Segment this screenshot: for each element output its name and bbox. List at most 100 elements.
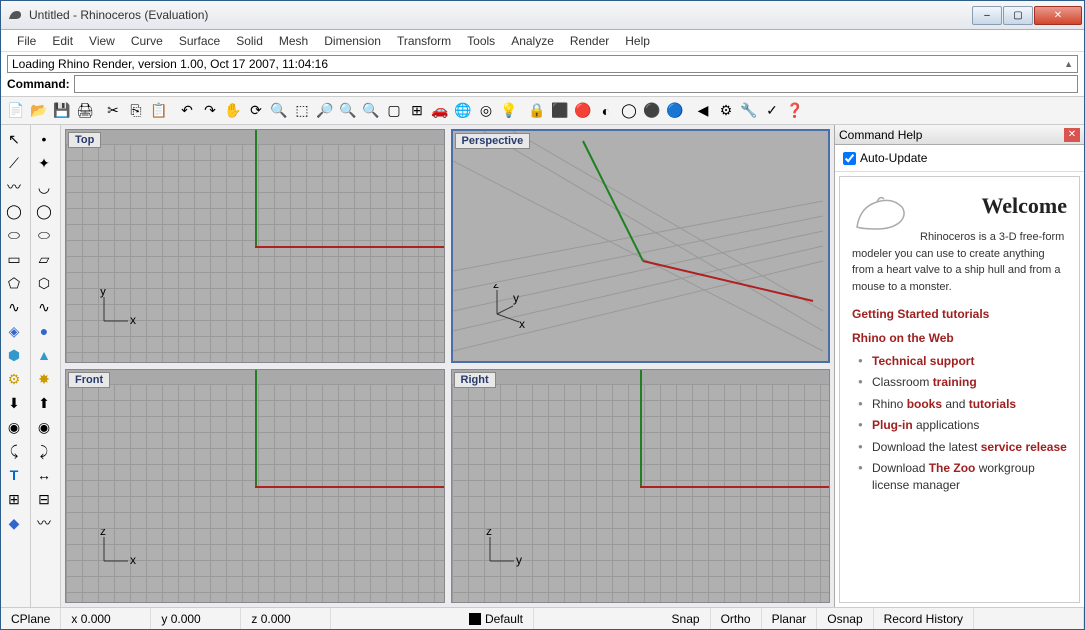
save-icon[interactable]: 💾 xyxy=(51,100,73,122)
menu-edit[interactable]: Edit xyxy=(44,32,81,50)
menu-help[interactable]: Help xyxy=(617,32,658,50)
object-props-icon[interactable]: ◐ xyxy=(595,100,617,122)
command-input[interactable] xyxy=(74,75,1078,93)
circle2-icon[interactable]: ◯ xyxy=(33,200,55,222)
lock-icon[interactable]: 🔒 xyxy=(526,100,548,122)
sweep-icon[interactable]: ⤹ xyxy=(3,440,25,462)
print-icon[interactable]: 🖨 xyxy=(74,100,96,122)
close-button[interactable]: ✕ xyxy=(1034,6,1082,25)
status-cplane[interactable]: CPlane xyxy=(1,608,61,629)
pan-icon[interactable]: ✋ xyxy=(222,100,244,122)
viewport-perspective-label[interactable]: Perspective xyxy=(455,133,531,149)
viewport-single-icon[interactable]: ▢ xyxy=(383,100,405,122)
menu-analyze[interactable]: Analyze xyxy=(503,32,562,50)
mesh-icon[interactable]: 〰 xyxy=(33,512,55,534)
gear-icon[interactable]: ⚙ xyxy=(715,100,737,122)
menu-dimension[interactable]: Dimension xyxy=(316,32,389,50)
section-icon[interactable]: ⊟ xyxy=(33,488,55,510)
material-icon[interactable]: ◯ xyxy=(618,100,640,122)
check-icon[interactable]: ✓ xyxy=(761,100,783,122)
render-preview-icon[interactable]: 🚗 xyxy=(429,100,451,122)
getting-started-link[interactable]: Getting Started tutorials xyxy=(852,307,1067,321)
gear2-icon[interactable]: ⚙ xyxy=(3,368,25,390)
status-layer[interactable]: Default xyxy=(459,608,534,629)
menu-tools[interactable]: Tools xyxy=(459,32,503,50)
shade-icon[interactable]: 🌐 xyxy=(452,100,474,122)
polygon2-icon[interactable]: ⬡ xyxy=(33,272,55,294)
rotate-icon[interactable]: ⟳ xyxy=(245,100,267,122)
status-osnap[interactable]: Osnap xyxy=(817,608,873,629)
zoom-window-icon[interactable]: ⬚ xyxy=(291,100,313,122)
viewport-4view-icon[interactable]: ⊞ xyxy=(406,100,428,122)
freeform-icon[interactable]: ∿ xyxy=(33,296,55,318)
tutorials-link[interactable]: tutorials xyxy=(969,397,1016,411)
control-point-icon[interactable]: ✦ xyxy=(33,152,55,174)
curve-icon[interactable]: ∿ xyxy=(3,296,25,318)
plugin-link[interactable]: Plug-in xyxy=(872,418,913,432)
open-icon[interactable]: 📂 xyxy=(28,100,50,122)
minimize-button[interactable]: – xyxy=(972,6,1002,25)
menu-solid[interactable]: Solid xyxy=(228,32,271,50)
line-icon[interactable]: ⟋ xyxy=(3,152,25,174)
extrude-icon[interactable]: ⬇ xyxy=(3,392,25,414)
auto-update-checkbox-label[interactable]: Auto-Update xyxy=(843,151,1076,165)
render-icon[interactable]: ◎ xyxy=(475,100,497,122)
menu-view[interactable]: View xyxy=(81,32,123,50)
sphere-icon[interactable]: 🔵 xyxy=(664,100,686,122)
status-snap[interactable]: Snap xyxy=(662,608,711,629)
cylinder-icon[interactable]: ⬢ xyxy=(3,344,25,366)
viewport-right-label[interactable]: Right xyxy=(454,372,496,388)
hatch-icon[interactable]: ⊞ xyxy=(3,488,25,510)
training-link[interactable]: training xyxy=(933,375,977,389)
text-icon[interactable]: T xyxy=(3,464,25,486)
zoo-link[interactable]: The Zoo xyxy=(929,461,976,475)
cut-icon[interactable]: ✂ xyxy=(102,100,124,122)
environment-icon[interactable]: ⚫ xyxy=(641,100,663,122)
menu-curve[interactable]: Curve xyxy=(123,32,171,50)
zoom-selected-icon[interactable]: 🔍 xyxy=(337,100,359,122)
flag-icon[interactable]: ◀ xyxy=(692,100,714,122)
service-release-link[interactable]: service release xyxy=(981,440,1067,454)
zoom-extents-icon[interactable]: 🔎 xyxy=(314,100,336,122)
revolve-icon[interactable]: ◉ xyxy=(3,416,25,438)
menu-transform[interactable]: Transform xyxy=(389,32,459,50)
books-link[interactable]: books xyxy=(907,397,942,411)
status-record-history[interactable]: Record History xyxy=(874,608,974,629)
rectangle-icon[interactable]: ▭ xyxy=(3,248,25,270)
circle-icon[interactable]: ◯ xyxy=(3,200,25,222)
status-planar[interactable]: Planar xyxy=(762,608,818,629)
menu-file[interactable]: File xyxy=(9,32,44,50)
copy-icon[interactable]: ⎘ xyxy=(125,100,147,122)
pipe-icon[interactable]: ◉ xyxy=(33,416,55,438)
zoom-dynamic-icon[interactable]: 🔍 xyxy=(268,100,290,122)
plane-icon[interactable]: ▱ xyxy=(33,248,55,270)
help-panel-close-icon[interactable]: ✕ xyxy=(1064,128,1080,142)
ellipse2-icon[interactable]: ⬭ xyxy=(33,224,55,246)
new-icon[interactable]: 📄 xyxy=(5,100,27,122)
viewport-front-label[interactable]: Front xyxy=(68,372,110,388)
sphere2-icon[interactable]: ● xyxy=(33,320,55,342)
zoom-out-icon[interactable]: 🔍 xyxy=(360,100,382,122)
solid-icon[interactable]: ◆ xyxy=(3,512,25,534)
dim-icon[interactable]: ↔ xyxy=(33,464,55,486)
arc-icon[interactable]: ◡ xyxy=(33,176,55,198)
viewport-top[interactable]: Top yx xyxy=(65,129,445,363)
maximize-button[interactable]: ▢ xyxy=(1003,6,1033,25)
undo-icon[interactable]: ↶ xyxy=(176,100,198,122)
viewport-perspective[interactable]: Perspective zyx xyxy=(451,129,831,363)
pointer-icon[interactable]: ↖ xyxy=(3,128,25,150)
light-icon[interactable]: 💡 xyxy=(498,100,520,122)
options-icon[interactable]: 🔧 xyxy=(738,100,760,122)
explode-icon[interactable]: ✸ xyxy=(33,368,55,390)
menu-mesh[interactable]: Mesh xyxy=(271,32,316,50)
loft-icon[interactable]: ⬆ xyxy=(33,392,55,414)
point-icon[interactable]: • xyxy=(33,128,55,150)
menu-render[interactable]: Render xyxy=(562,32,617,50)
help-panel-body[interactable]: Welcome Rhinoceros is a 3-D free-form mo… xyxy=(839,176,1080,603)
redo-icon[interactable]: ↷ xyxy=(199,100,221,122)
viewport-front[interactable]: Front zx xyxy=(65,369,445,603)
menu-surface[interactable]: Surface xyxy=(171,32,228,50)
viewport-top-label[interactable]: Top xyxy=(68,132,101,148)
box-icon[interactable]: ◈ xyxy=(3,320,25,342)
viewport-right[interactable]: Right zy xyxy=(451,369,831,603)
